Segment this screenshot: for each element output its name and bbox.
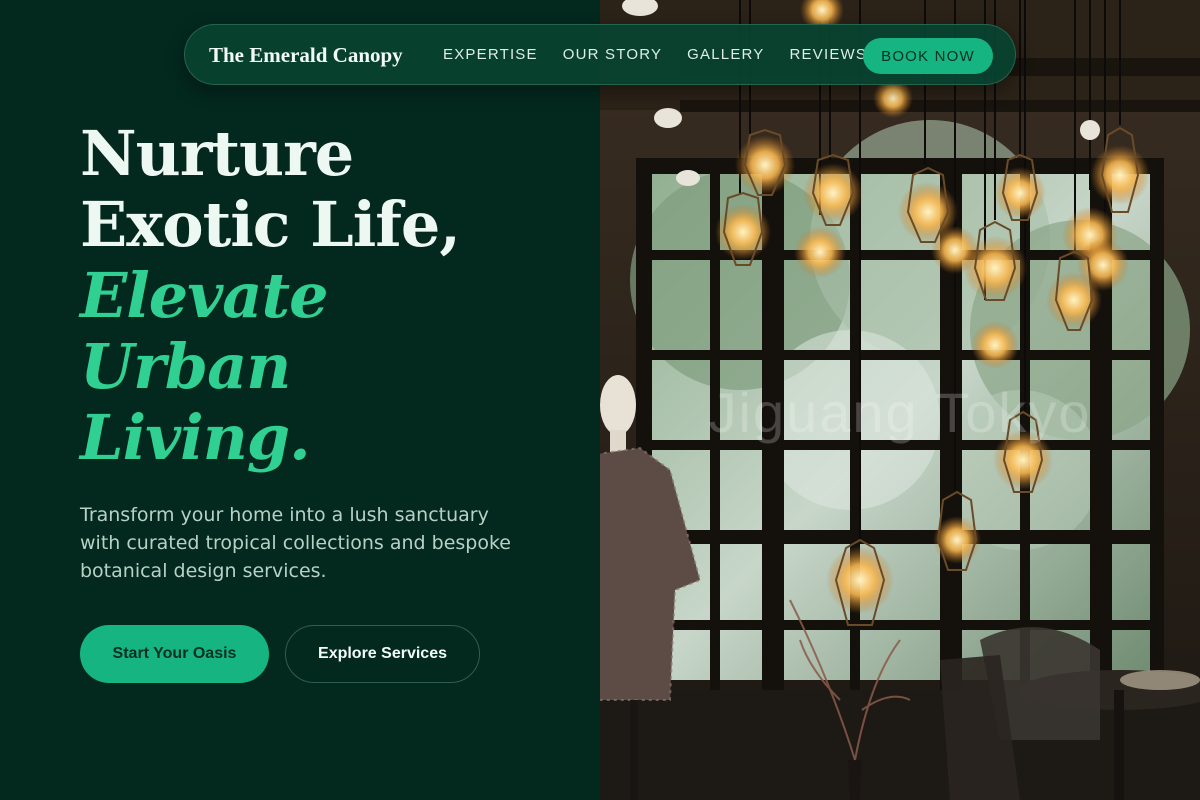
explore-services-button[interactable]: Explore Services (285, 625, 480, 683)
headline-accent-line-3: Living. (80, 401, 311, 474)
hero-subtitle: Transform your home into a lush sanctuar… (80, 504, 511, 582)
nav-link-expertise[interactable]: EXPERTISE (443, 46, 538, 63)
start-oasis-button[interactable]: Start Your Oasis (80, 625, 269, 683)
photo-watermark: Jiguang Tokyo (708, 381, 1092, 444)
headline-accent-line-1: Elevate (80, 259, 329, 332)
top-navigation: The Emerald Canopy EXPERTISE OUR STORY G… (184, 24, 1016, 85)
headline-line-2: Exotic Life, (80, 188, 461, 261)
hero-headline: Nurture Exotic Life, Elevate Urban Livin… (80, 117, 461, 474)
book-now-button[interactable]: BOOK NOW (863, 38, 993, 74)
nav-link-our-story[interactable]: OUR STORY (563, 46, 662, 63)
brand-logo[interactable]: The Emerald Canopy (209, 43, 403, 68)
nav-links: EXPERTISE OUR STORY GALLERY REVIEWS (443, 46, 867, 63)
headline-line-1: Nurture (80, 117, 354, 190)
hero-photo: Jiguang Tokyo (600, 0, 1200, 800)
page: Nurture Exotic Life, Elevate Urban Livin… (0, 0, 1200, 800)
nav-link-reviews[interactable]: REVIEWS (790, 46, 868, 63)
headline-accent-line-2: Urban (80, 330, 291, 403)
hero-panel: Nurture Exotic Life, Elevate Urban Livin… (0, 0, 600, 800)
nav-link-gallery[interactable]: GALLERY (687, 46, 764, 63)
